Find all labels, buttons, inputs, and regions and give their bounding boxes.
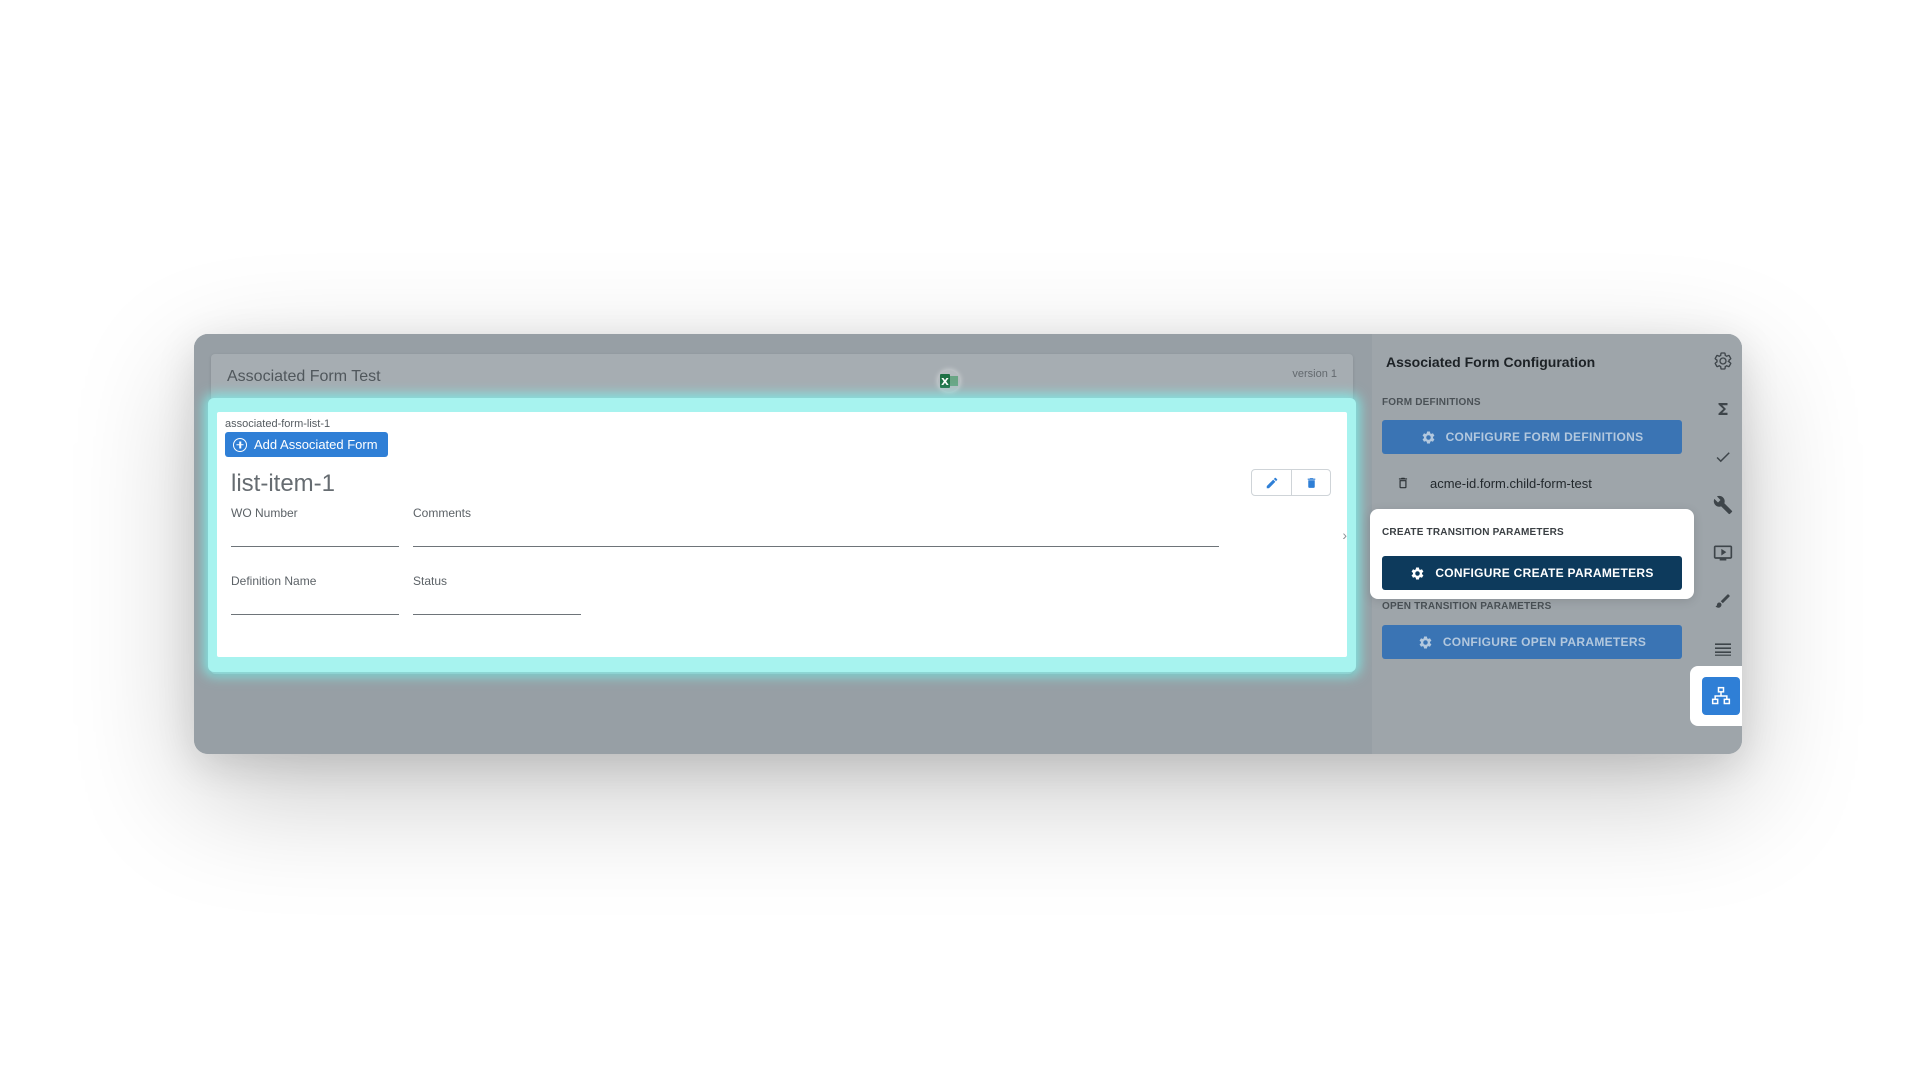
gear-icon (1419, 635, 1432, 649)
comments-field[interactable]: Comments (413, 506, 1219, 547)
gear-icon (1411, 566, 1424, 580)
brush-icon (1715, 594, 1730, 608)
comments-label: Comments (413, 506, 472, 520)
configure-form-definitions-button[interactable]: CONFIGURE FORM DEFINITIONS (1382, 420, 1682, 454)
form-version: version 1 (1292, 368, 1337, 380)
delete-button[interactable] (1291, 470, 1330, 495)
wo-number-label: WO Number (231, 506, 298, 520)
form-definitions-label: FORM DEFINITIONS (1382, 397, 1481, 408)
configure-open-parameters-label: CONFIGURE OPEN PARAMETERS (1442, 635, 1647, 649)
wo-number-field[interactable]: WO Number (231, 506, 399, 547)
configure-open-parameters-button[interactable]: CONFIGURE OPEN PARAMETERS (1382, 625, 1682, 659)
check-icon (1716, 452, 1730, 463)
sidebar-title: Associated Form Configuration (1386, 354, 1596, 370)
rail-validation-button[interactable] (1704, 442, 1742, 472)
rail-style-button[interactable] (1704, 586, 1742, 616)
rail-associated-form-button[interactable] (1702, 677, 1740, 715)
lines-icon (1715, 643, 1731, 656)
form-definition-name: acme-id.form.child-form-test (1430, 475, 1592, 491)
wo-number-underline (231, 546, 399, 547)
trash-icon (1307, 477, 1315, 488)
status-underline (413, 614, 581, 615)
list-id-label: associated-form-list-1 (225, 418, 331, 430)
rail-preview-button[interactable] (1704, 538, 1742, 568)
status-field[interactable]: Status (413, 574, 581, 615)
trash-icon[interactable] (1396, 475, 1410, 491)
rail-tools-button[interactable] (1704, 490, 1742, 520)
rail-settings-button[interactable] (1704, 346, 1742, 376)
list-item-title: list-item-1 (231, 470, 336, 497)
add-associated-form-label: Add Associated Form (254, 437, 378, 452)
status-label: Status (413, 574, 448, 588)
definition-name-field[interactable]: Definition Name (231, 574, 399, 615)
add-circle-icon (233, 437, 247, 452)
form-title: Associated Form Test (227, 368, 381, 385)
rail-list-button[interactable] (1704, 634, 1742, 664)
create-transition-label: CREATE TRANSITION PARAMETERS (1382, 527, 1564, 538)
definition-name-underline (231, 614, 399, 615)
edit-button[interactable] (1252, 470, 1291, 495)
associated-form-list[interactable]: associated-form-list-1 Add Associated Fo… (217, 412, 1347, 657)
wrench-icon (1713, 495, 1733, 515)
comments-underline (413, 546, 1219, 547)
configure-create-parameters-button[interactable]: CONFIGURE CREATE PARAMETERS (1382, 556, 1682, 590)
tv-play-icon (1713, 545, 1733, 561)
gear-icon (1714, 352, 1732, 370)
hierarchy-icon (1711, 686, 1731, 705)
rail-calculation-button[interactable] (1704, 394, 1742, 424)
create-transition-card: CREATE TRANSITION PARAMETERS CONFIGURE C… (1370, 509, 1694, 599)
gear-icon (1422, 430, 1434, 444)
editor-window: Associated Form Test version 1 X associa… (194, 334, 1742, 754)
configure-form-definitions-label: CONFIGURE FORM DEFINITIONS (1445, 430, 1644, 444)
excel-icon[interactable]: X (938, 370, 960, 392)
sigma-icon (1718, 403, 1728, 415)
configure-create-parameters-label: CONFIGURE CREATE PARAMETERS (1435, 566, 1654, 580)
open-transition-label: OPEN TRANSITION PARAMETERS (1382, 601, 1552, 612)
pencil-icon (1266, 477, 1277, 488)
definition-name-label: Definition Name (231, 574, 317, 588)
add-associated-form-button[interactable]: Add Associated Form (225, 432, 388, 457)
form-definition-row: acme-id.form.child-form-test (1396, 475, 1592, 491)
svg-text:X: X (941, 377, 949, 388)
list-item-actions (1251, 469, 1331, 496)
chevron-right-icon[interactable]: › (1342, 527, 1347, 543)
form-canvas: Associated Form Test version 1 X associa… (194, 334, 1372, 754)
